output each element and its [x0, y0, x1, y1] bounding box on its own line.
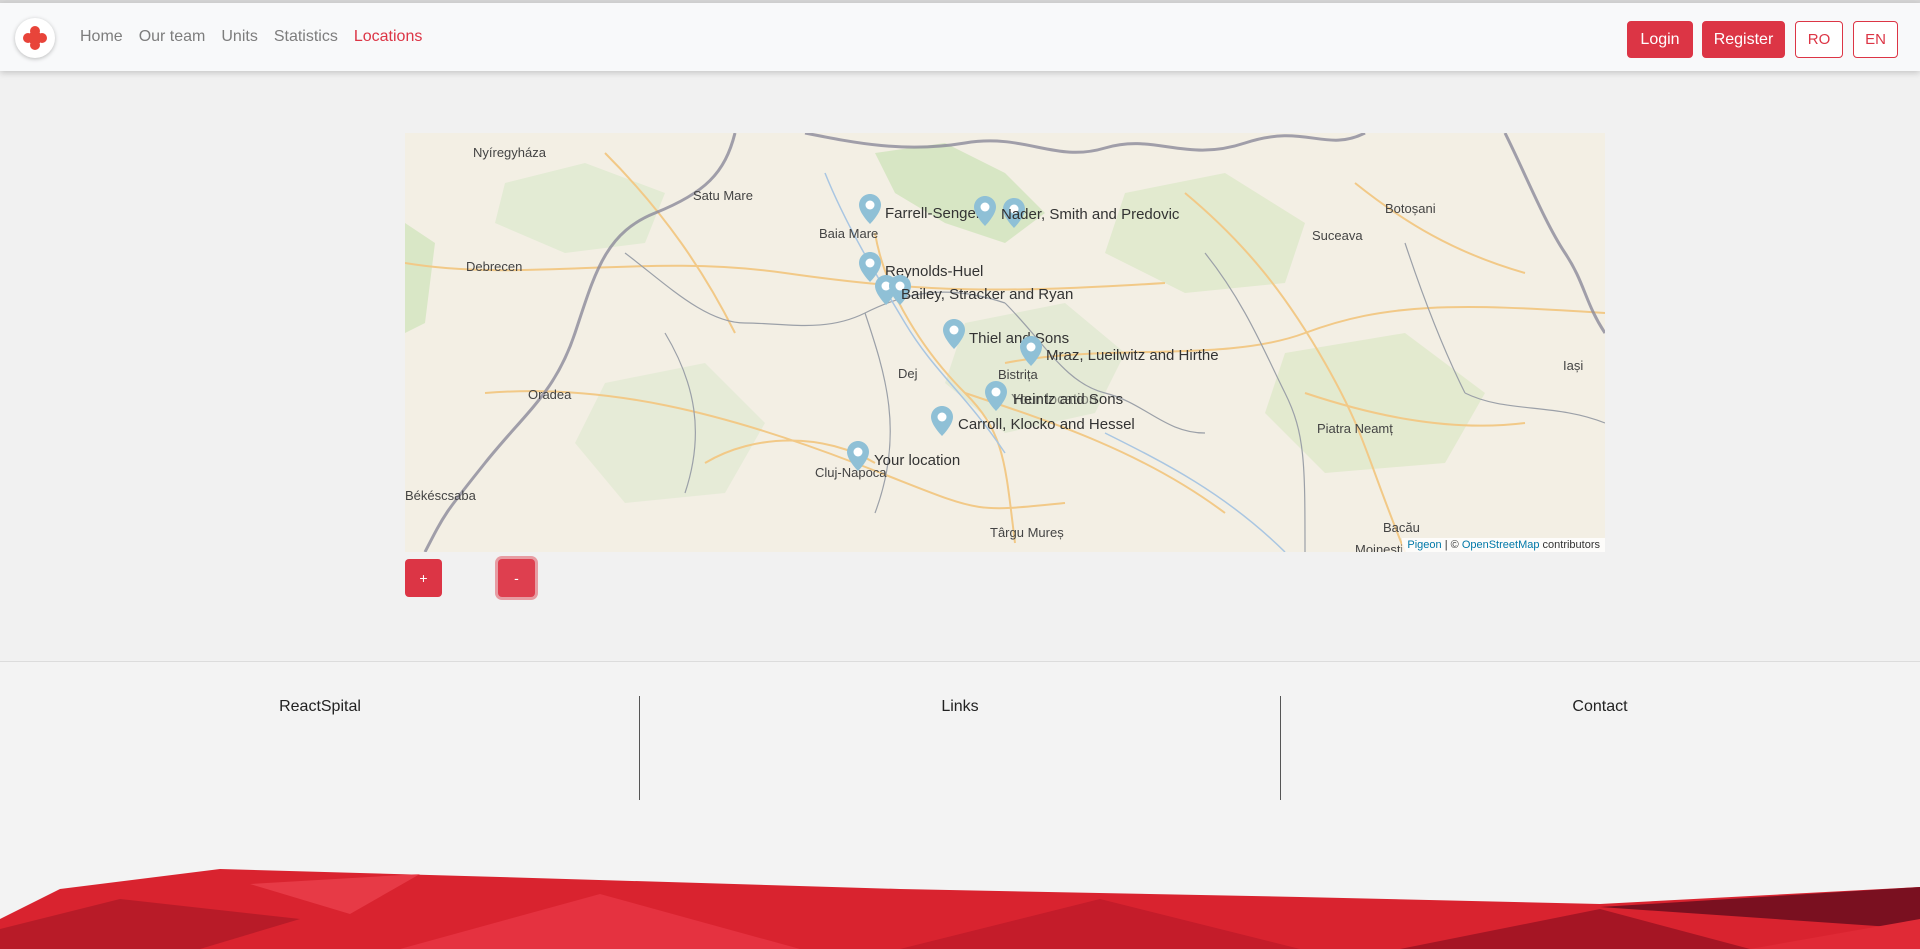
marker-label: Your location [874, 452, 961, 469]
nav-locations[interactable]: Locations [354, 27, 423, 47]
map-marker-icon[interactable] [974, 196, 996, 226]
footer-links-title: Links [941, 698, 979, 715]
footer-divider [1280, 696, 1281, 800]
footer-divider [639, 696, 640, 800]
attribution-suffix: contributors [1539, 539, 1600, 551]
city-label: Nyíregyháza [473, 145, 546, 160]
footer-brand: ReactSpital [279, 698, 361, 715]
marker-label: Nader, Smith and Predovic [1001, 206, 1180, 223]
zoom-out-button[interactable]: - [498, 559, 535, 597]
map-attribution: Pigeon | © OpenStreetMap contributors [1402, 538, 1605, 552]
lang-ro-button[interactable]: RO [1795, 21, 1843, 58]
city-label: Iași [1563, 358, 1584, 373]
openstreetmap-link[interactable]: OpenStreetMap [1462, 539, 1540, 551]
marker-label: Your location [1011, 391, 1098, 408]
pigeon-link[interactable]: Pigeon [1407, 539, 1441, 551]
marker-label: Carroll, Klocko and Hessel [958, 416, 1135, 433]
city-label: Piatra Neamț [1317, 421, 1393, 436]
footer: ReactSpital Links Contact [0, 661, 1920, 949]
zoom-in-button[interactable]: + [405, 559, 442, 597]
marker-label: Mraz, Lueilwitz and Hirthe [1046, 347, 1219, 364]
marker-label: Bailey, Stracker and Ryan [901, 286, 1074, 303]
marker-label: Farrell-Senger [885, 205, 981, 222]
city-label: Botoșani [1385, 201, 1436, 216]
logo[interactable] [15, 18, 55, 58]
lang-en-button[interactable]: EN [1853, 21, 1898, 58]
city-label: Bistrița [998, 367, 1038, 382]
map-marker-icon[interactable] [1020, 336, 1042, 366]
city-label: Oradea [528, 387, 572, 402]
nav-our-team[interactable]: Our team [139, 27, 206, 47]
city-label: Suceava [1312, 228, 1363, 243]
city-label: Dej [898, 366, 918, 381]
footer-wave-decoration [0, 869, 1920, 949]
register-button[interactable]: Register [1702, 21, 1785, 58]
city-label: Târgu Mureș [990, 525, 1064, 540]
nav-links: Home Our team Units Statistics Locations [80, 27, 438, 47]
city-label: Debrecen [466, 259, 523, 274]
map[interactable]: Nyíregyháza Satu Mare Baia Mare Debrecen… [405, 133, 1605, 552]
attribution-separator: | © [1441, 539, 1462, 551]
city-label: Békéscsaba [405, 488, 476, 503]
city-label: Satu Mare [693, 188, 753, 203]
medical-cross-icon [23, 26, 47, 50]
map-marker-icon[interactable] [985, 381, 1007, 411]
navbar: Home Our team Units Statistics Locations… [0, 3, 1920, 71]
map-marker-icon[interactable] [859, 194, 881, 224]
footer-contact-title: Contact [1572, 698, 1628, 715]
nav-statistics[interactable]: Statistics [274, 27, 338, 47]
nav-units[interactable]: Units [221, 27, 257, 47]
map-marker-icon[interactable] [847, 441, 869, 471]
login-button[interactable]: Login [1627, 21, 1693, 58]
map-marker-icon[interactable] [943, 319, 965, 349]
nav-home[interactable]: Home [80, 27, 123, 47]
city-label: Bacău [1383, 520, 1420, 535]
map-marker-icon[interactable] [931, 406, 953, 436]
city-label: Baia Mare [819, 226, 879, 241]
city-label: Moinești [1355, 542, 1404, 552]
